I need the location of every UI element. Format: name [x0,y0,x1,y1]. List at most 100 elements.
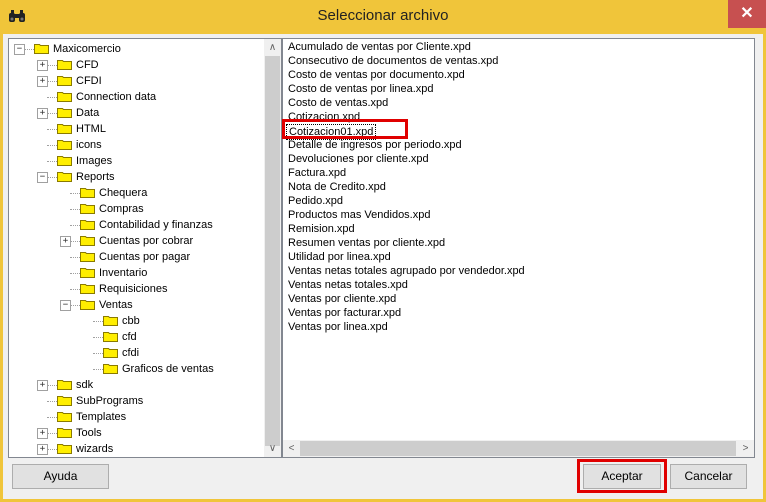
file-list-item[interactable]: Costo de ventas por documento.xpd [286,68,467,82]
tree-item[interactable]: − Maxicomercio [9,41,259,57]
file-list-item[interactable]: Ventas por linea.xpd [286,320,390,334]
tree-vertical-scrollbar[interactable]: ∧ ∨ [264,39,281,457]
tree-item[interactable]: Requisiciones [9,281,259,297]
tree-item-label: Chequera [99,187,148,199]
files-horizontal-scrollbar[interactable]: < > [283,440,754,457]
tree-item[interactable]: Inventario [9,265,259,281]
tree-item[interactable]: HTML [9,121,259,137]
file-list-item[interactable]: Ventas por cliente.xpd [286,292,398,306]
tree-item-label: sdk [76,379,94,391]
folder-icon [103,347,118,358]
tree-scroll-thumb[interactable] [265,56,280,446]
file-list-item[interactable]: Nota de Credito.xpd [286,180,388,194]
scroll-right-icon[interactable]: > [737,440,754,457]
tree-item-label: Templates [76,411,127,423]
tree-item-label: Cuentas por cobrar [99,235,194,247]
tree-item[interactable]: Images [9,153,259,169]
tree-item[interactable]: Compras [9,201,259,217]
folder-icon [57,171,72,182]
file-list-item[interactable]: Utilidad por linea.xpd [286,250,393,264]
tree-item[interactable]: + Tools [9,425,259,441]
tree-item-label: Data [76,107,100,119]
scroll-down-icon[interactable]: ∨ [264,440,281,457]
tree-item-label: Compras [99,203,144,215]
folder-icon [57,379,72,390]
folder-icon [57,427,72,438]
file-list-item[interactable]: Costo de ventas por linea.xpd [286,82,436,96]
file-list[interactable]: Acumulado de ventas por Cliente.xpd Conse… [282,38,755,458]
tree-item-label: HTML [76,123,106,135]
tree-item-label: Images [76,155,113,167]
file-list-item[interactable]: Pedido.xpd [286,194,345,208]
file-list-item[interactable]: Productos mas Vendidos.xpd [286,208,432,222]
accept-button[interactable]: Aceptar [583,464,661,489]
tree-item[interactable]: icons [9,137,259,153]
file-list-item[interactable]: Detalle de ingresos por periodo.xpd [286,138,464,152]
tree-item[interactable]: + CFD [9,57,259,73]
tree-item[interactable]: Cuentas por pagar [9,249,259,265]
folder-icon [57,139,72,150]
file-list-item[interactable]: Remision.xpd [286,222,357,236]
tree-item[interactable]: cfd [9,329,259,345]
tree-item-label: Cuentas por pagar [99,251,191,263]
file-list-item[interactable]: Ventas netas totales agrupado por vended… [286,264,527,278]
folder-icon [80,267,95,278]
tree-item[interactable]: + Data [9,105,259,121]
help-button[interactable]: Ayuda [12,464,109,489]
window-title: Seleccionar archivo [317,7,449,24]
tree-item[interactable]: + CFDI [9,73,259,89]
title-bar[interactable]: Seleccionar archivo ✕ [0,0,766,34]
scroll-left-icon[interactable]: < [283,440,300,457]
file-list-item[interactable]: Devoluciones por cliente.xpd [286,152,431,166]
cancel-button[interactable]: Cancelar [670,464,747,489]
tree-item[interactable]: − Ventas [9,297,259,313]
tree-item[interactable]: cfdi [9,345,259,361]
file-list-item[interactable]: Ventas por facturar.xpd [286,306,403,320]
tree-item[interactable]: cbb [9,313,259,329]
tree-item[interactable]: Chequera [9,185,259,201]
tree-item[interactable]: + wizards [9,441,259,457]
close-button[interactable]: ✕ [728,0,766,28]
folder-icon [80,299,95,310]
folder-icon [103,363,118,374]
tree-item[interactable]: Contabilidad y finanzas [9,217,259,233]
folder-icon [103,315,118,326]
dialog-window: Seleccionar archivo ✕ − Maxicomercio + CFD +… [0,0,766,502]
file-list-item[interactable]: Consecutivo de documentos de ventas.xpd [286,54,500,68]
tree-item[interactable]: Connection data [9,89,259,105]
file-list-item[interactable]: Costo de ventas.xpd [286,96,390,110]
tree-item[interactable]: − Reports [9,169,259,185]
folder-icon [80,219,95,230]
selected-file-highlight [282,119,408,139]
file-list-item[interactable]: Ventas netas totales.xpd [286,278,410,292]
folder-icon [103,331,118,342]
tree-item[interactable]: + Cuentas por cobrar [9,233,259,249]
tree-item-label: Ventas [99,299,133,311]
tree-item-label: Inventario [99,267,148,279]
tree-item[interactable]: Templates [9,409,259,425]
folder-icon [80,283,95,294]
tree-item[interactable]: + sdk [9,377,259,393]
folder-icon [57,59,72,70]
help-button-label: Ayuda [43,469,78,483]
folder-icon [80,203,95,214]
folder-icon [34,43,49,54]
folder-icon [80,187,95,198]
tree-item-label: Maxicomercio [53,43,121,55]
tree-item-label: Connection data [76,91,157,103]
folder-icon [80,251,95,262]
file-list-item[interactable]: Factura.xpd [286,166,348,180]
files-scroll-thumb[interactable] [300,441,736,456]
tree-item-label: Graficos de ventas [122,363,214,375]
tree-item-label: icons [76,139,102,151]
tree-item[interactable]: SubPrograms [9,393,259,409]
file-list-item[interactable]: Resumen ventas por cliente.xpd [286,236,447,250]
tree-item[interactable]: Graficos de ventas [9,361,259,377]
folder-tree[interactable]: − Maxicomercio + CFD + CFDI Connection data + Da… [8,38,282,458]
folder-icon [57,411,72,422]
cancel-button-label: Cancelar [684,469,733,483]
tree-item-label: Tools [76,427,102,439]
file-list-item[interactable]: Acumulado de ventas por Cliente.xpd [286,40,473,54]
scroll-up-icon[interactable]: ∧ [264,39,281,56]
tree-item-label: CFD [76,59,99,71]
